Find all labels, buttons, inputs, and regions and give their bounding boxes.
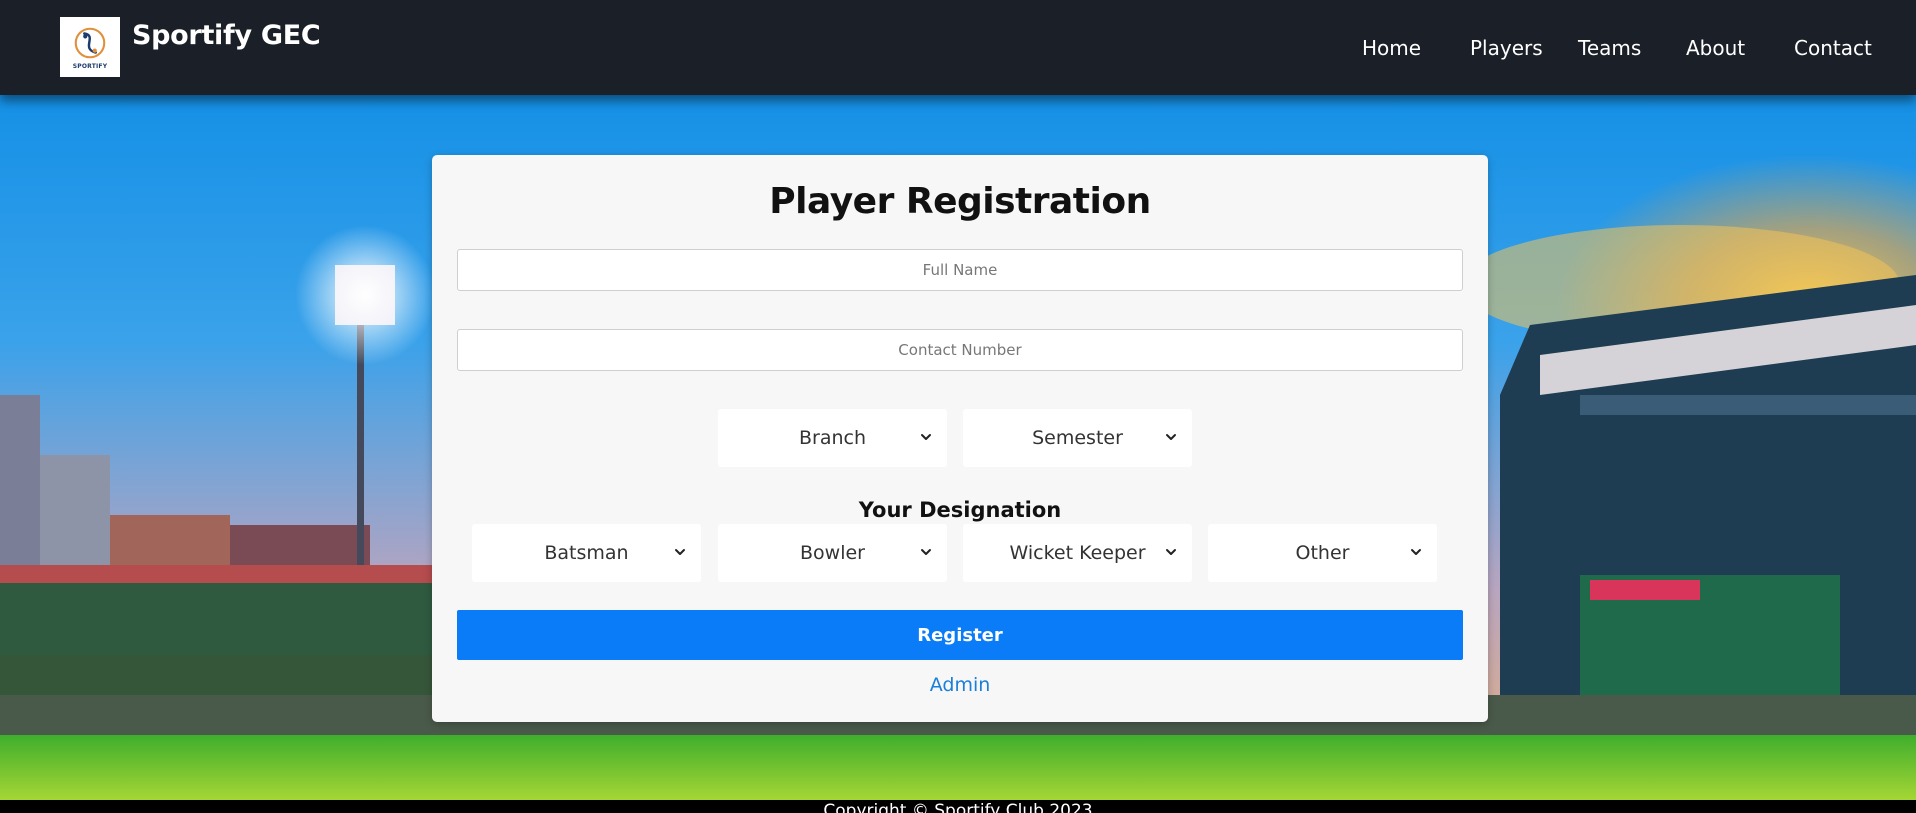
registration-card: Player Registration Branch Semester Your…	[432, 155, 1488, 722]
other-select[interactable]: Other	[1208, 524, 1437, 582]
nav-players[interactable]: Players	[1470, 36, 1543, 60]
sportify-logo-icon[interactable]: SPORTIFY	[60, 17, 120, 77]
nav-home[interactable]: Home	[1362, 36, 1421, 60]
nav-about[interactable]: About	[1686, 36, 1745, 60]
page: SPORTIFY Sportify GEC Home Players Teams…	[0, 0, 1916, 813]
brand-title[interactable]: Sportify GEC	[132, 20, 321, 51]
bowler-select-value: Bowler	[800, 542, 865, 564]
copyright-text: Copyright © Sportify Club 2023	[823, 801, 1093, 813]
contact-number-input[interactable]	[457, 329, 1463, 371]
designation-label: Your Designation	[858, 498, 1062, 522]
footer: Copyright © Sportify Club 2023	[0, 800, 1916, 813]
wicket-keeper-select-value: Wicket Keeper	[1009, 542, 1146, 564]
register-button[interactable]: Register	[457, 610, 1463, 660]
chevron-down-icon	[1166, 549, 1176, 555]
chevron-down-icon	[921, 549, 931, 555]
semester-select[interactable]: Semester	[963, 409, 1192, 467]
chevron-down-icon	[921, 434, 931, 440]
bowler-select[interactable]: Bowler	[718, 524, 947, 582]
wicket-keeper-select[interactable]: Wicket Keeper	[963, 524, 1192, 582]
semester-select-value: Semester	[1032, 427, 1123, 449]
nav-contact[interactable]: Contact	[1794, 36, 1872, 60]
logo-text: SPORTIFY	[72, 63, 108, 70]
form-title: Player Registration	[769, 181, 1151, 222]
navbar: SPORTIFY Sportify GEC Home Players Teams…	[0, 0, 1916, 95]
branch-select[interactable]: Branch	[718, 409, 947, 467]
chevron-down-icon	[1411, 549, 1421, 555]
chevron-down-icon	[1166, 434, 1176, 440]
branch-select-value: Branch	[798, 427, 867, 449]
logo-emblem-icon	[74, 27, 106, 59]
other-select-value: Other	[1295, 542, 1350, 564]
full-name-input[interactable]	[457, 249, 1463, 291]
batsman-select[interactable]: Batsman	[472, 524, 701, 582]
batsman-select-value: Batsman	[544, 542, 629, 564]
chevron-down-icon	[675, 549, 685, 555]
admin-link[interactable]: Admin	[432, 674, 1488, 696]
nav-teams[interactable]: Teams	[1578, 36, 1641, 60]
